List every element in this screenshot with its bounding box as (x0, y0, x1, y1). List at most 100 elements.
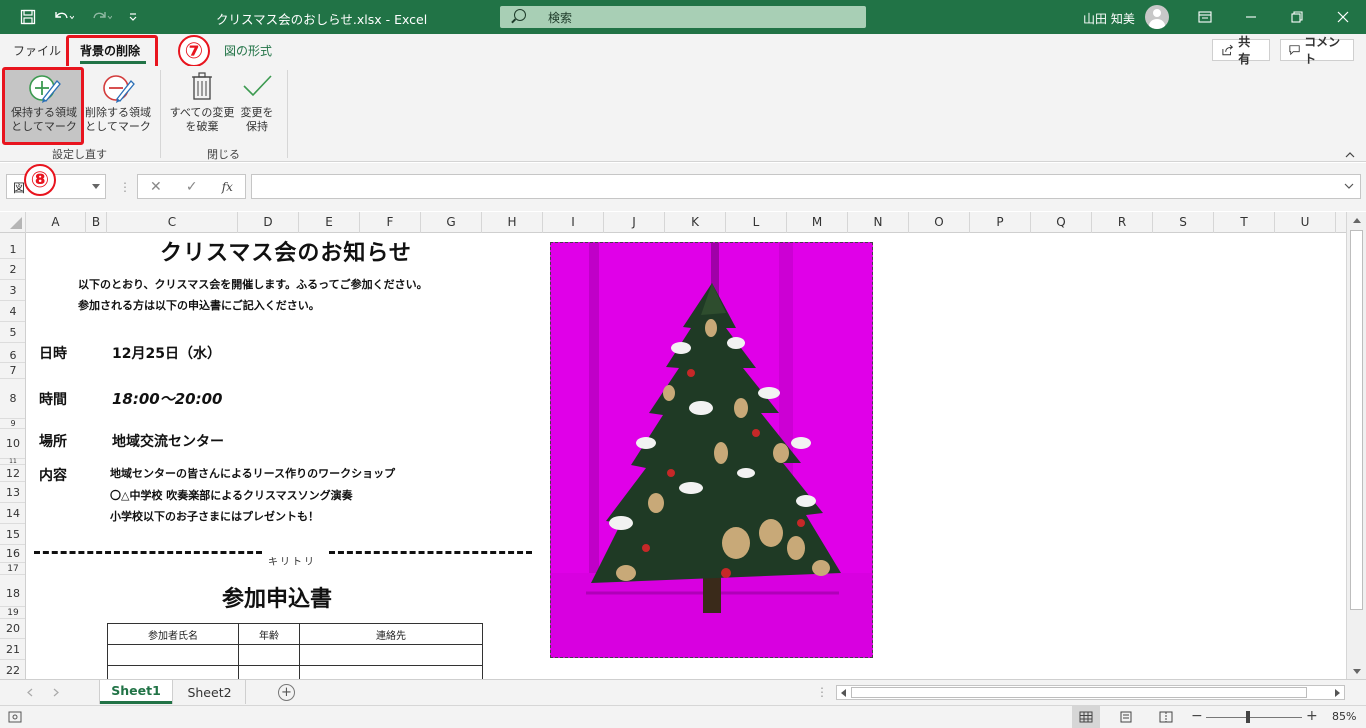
zoom-out-icon[interactable]: − (1191, 708, 1203, 724)
formula-bar-splitter[interactable]: ⋮ (119, 180, 131, 194)
zoom-slider-handle[interactable] (1246, 711, 1250, 723)
column-header[interactable]: L (726, 212, 787, 233)
redo-icon[interactable] (86, 7, 116, 27)
table-cell[interactable] (238, 644, 300, 666)
scroll-right-icon[interactable] (1334, 689, 1341, 697)
row-header[interactable]: 20 (0, 619, 25, 639)
name-box[interactable]: 図 (6, 174, 106, 199)
row-header[interactable]: 15 (0, 524, 25, 545)
row-header[interactable]: 12 (0, 465, 25, 482)
formula-input[interactable] (251, 174, 1361, 199)
scroll-down-icon[interactable] (1352, 668, 1362, 676)
close-icon[interactable] (1320, 0, 1366, 34)
sheet-tab-sheet1[interactable]: Sheet1 (100, 680, 172, 704)
row-header[interactable]: 13 (0, 482, 25, 503)
ribbon-display-options-icon[interactable] (1182, 0, 1228, 34)
cancel-icon[interactable]: ✕ (150, 179, 162, 195)
row-header[interactable]: 18 (0, 575, 25, 607)
undo-icon[interactable] (48, 7, 78, 27)
worksheet[interactable]: クリスマス会のお知らせ 以下のとおり、クリスマス会を開催します。ふるってご参加く… (26, 233, 1346, 679)
table-cell[interactable] (299, 644, 483, 666)
table-cell[interactable] (299, 665, 483, 679)
keep-changes-icon[interactable] (240, 72, 274, 103)
page-layout-view-icon[interactable] (1112, 706, 1140, 728)
horizontal-scrollbar[interactable] (836, 685, 1345, 700)
row-header[interactable]: 3 (0, 280, 25, 301)
enter-icon[interactable]: ✓ (186, 179, 198, 195)
column-header[interactable]: O (909, 212, 970, 233)
vertical-scroll-thumb[interactable] (1350, 230, 1363, 610)
column-header[interactable]: Q (1031, 212, 1092, 233)
zoom-in-icon[interactable]: + (1306, 708, 1318, 724)
horizontal-scroll-thumb[interactable] (851, 687, 1307, 698)
row-header[interactable]: 9 (0, 419, 25, 429)
row-header[interactable]: 5 (0, 322, 25, 343)
zoom-slider[interactable] (1206, 717, 1302, 718)
expand-formula-bar-icon[interactable] (1344, 183, 1354, 190)
column-header[interactable]: G (421, 212, 482, 233)
customize-qat-icon[interactable] (124, 7, 142, 27)
search-box[interactable]: 検索 (500, 6, 866, 28)
row-header[interactable]: 7 (0, 363, 25, 379)
table-cell[interactable] (107, 665, 239, 679)
scroll-up-icon[interactable] (1352, 216, 1362, 224)
add-sheet-icon[interactable]: + (278, 684, 295, 701)
table-cell[interactable] (238, 665, 300, 679)
row-header[interactable]: 2 (0, 259, 25, 280)
sheet-tab-sheet2[interactable]: Sheet2 (174, 680, 246, 704)
mark-areas-to-remove-button[interactable]: 削除する領域 としてマーク (80, 106, 156, 134)
page-break-view-icon[interactable] (1152, 706, 1180, 728)
share-button[interactable]: 共有 (1212, 35, 1270, 66)
restore-icon[interactable] (1274, 0, 1320, 34)
column-header[interactable]: N (848, 212, 909, 233)
column-header[interactable]: U (1275, 212, 1336, 233)
row-header[interactable]: 8 (0, 379, 25, 419)
column-header[interactable]: J (604, 212, 665, 233)
column-header[interactable]: H (482, 212, 543, 233)
next-sheet-icon[interactable] (52, 688, 60, 697)
row-header[interactable]: 16 (0, 545, 25, 563)
table-cell[interactable] (107, 644, 239, 666)
tab-file[interactable]: ファイル (13, 42, 61, 59)
column-header[interactable]: F (360, 212, 421, 233)
tab-splitter[interactable]: ⋮ (816, 685, 828, 699)
normal-view-icon[interactable] (1072, 706, 1100, 728)
row-header[interactable]: 14 (0, 503, 25, 524)
row-header[interactable]: 17 (0, 563, 25, 575)
save-icon[interactable] (14, 7, 42, 27)
scroll-left-icon[interactable] (840, 689, 847, 697)
column-header[interactable]: K (665, 212, 726, 233)
row-header[interactable]: 10 (0, 429, 25, 459)
row-header[interactable]: 6 (0, 343, 25, 363)
discard-changes-icon[interactable] (189, 70, 215, 105)
zoom-level[interactable]: 85% (1332, 710, 1356, 723)
mark-remove-icon[interactable] (101, 72, 135, 107)
column-header[interactable]: R (1092, 212, 1153, 233)
column-header[interactable]: A (26, 212, 86, 233)
minimize-icon[interactable] (1228, 0, 1274, 34)
avatar[interactable] (1145, 5, 1169, 29)
vertical-scrollbar[interactable] (1346, 212, 1366, 682)
column-header[interactable]: P (970, 212, 1031, 233)
column-header[interactable]: D (238, 212, 299, 233)
comment-button[interactable]: コメント (1280, 35, 1354, 66)
row-header[interactable]: 1 (0, 233, 25, 259)
christmas-tree-picture[interactable] (550, 242, 873, 658)
row-header[interactable]: 21 (0, 639, 25, 660)
column-header[interactable]: B (86, 212, 107, 233)
row-header[interactable]: 22 (0, 660, 25, 679)
column-header[interactable]: E (299, 212, 360, 233)
column-header[interactable]: I (543, 212, 604, 233)
row-header[interactable]: 19 (0, 607, 25, 619)
keep-changes-button[interactable]: 変更を 保持 (234, 106, 280, 134)
collapse-ribbon-icon[interactable] (1344, 148, 1356, 162)
column-header[interactable]: T (1214, 212, 1275, 233)
column-header[interactable]: M (787, 212, 848, 233)
column-header[interactable]: S (1153, 212, 1214, 233)
row-header[interactable]: 4 (0, 301, 25, 322)
discard-all-changes-button[interactable]: すべての変更 を破棄 (166, 106, 238, 134)
tab-picture-format[interactable]: 図の形式 (224, 42, 272, 59)
select-all-corner[interactable] (0, 212, 26, 233)
insert-function-icon[interactable]: fx (222, 180, 233, 194)
column-header[interactable]: C (107, 212, 238, 233)
